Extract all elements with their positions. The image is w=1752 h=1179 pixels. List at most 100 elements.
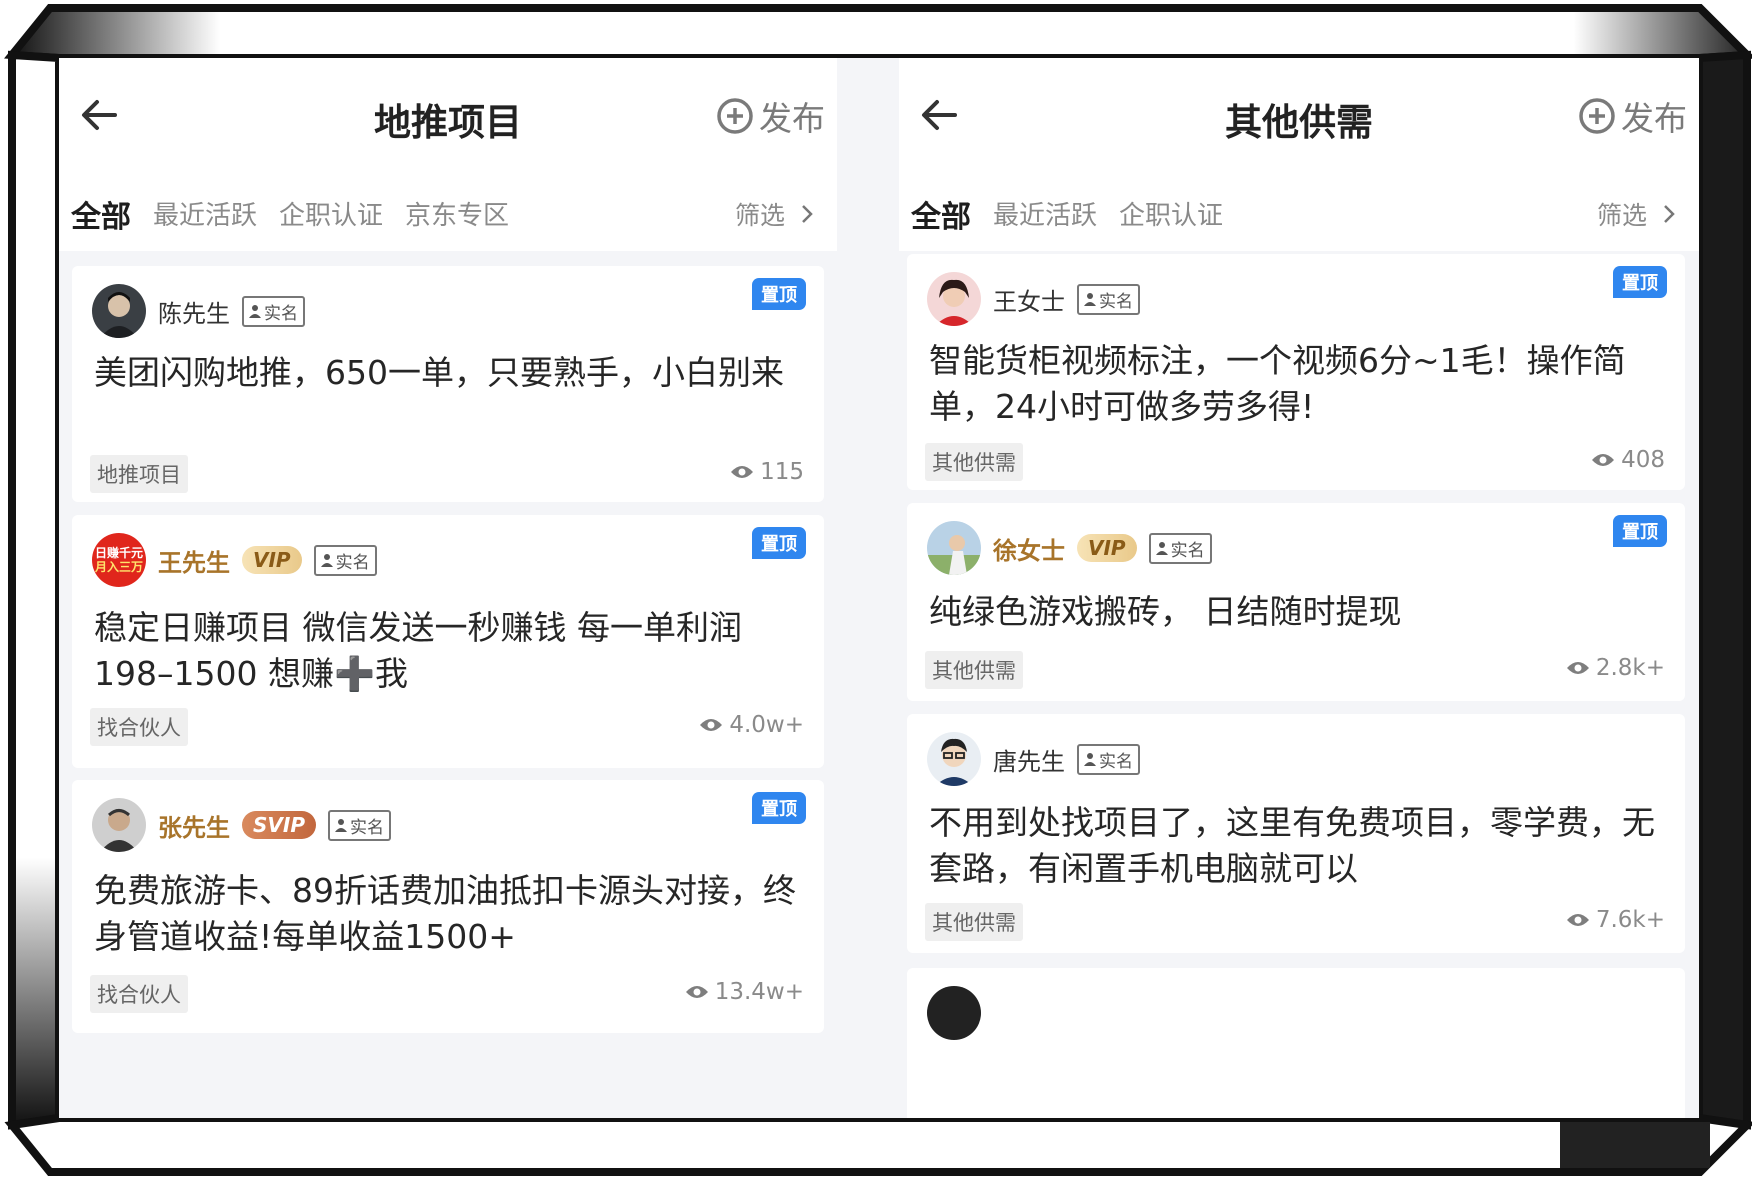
eye-icon — [731, 466, 754, 478]
chevron-right-icon — [802, 205, 813, 223]
view-count: 2.8k+ — [1566, 655, 1665, 681]
svip-badge: SVIP — [242, 811, 316, 839]
user-name[interactable]: 张先生 — [158, 808, 230, 843]
tab-enterprise-verified[interactable]: 企职认证 — [279, 195, 383, 232]
filter-label: 筛选 — [1596, 201, 1647, 230]
post-text[interactable]: 不用到处找项目了，这里有免费项目，零学费，无套路，有闲置手机电脑就可以 — [929, 800, 1659, 892]
filter-button[interactable]: 筛选 — [1597, 196, 1677, 232]
plus-circle-icon — [717, 98, 753, 134]
user-name[interactable]: 陈先生 — [158, 294, 230, 329]
tab-recently-active[interactable]: 最近活跃 — [153, 195, 257, 232]
view-count-value: 115 — [760, 459, 804, 485]
pinned-badge: 置顶 — [752, 527, 806, 559]
publish-button[interactable]: 发布 — [1577, 92, 1687, 140]
person-icon — [1084, 293, 1096, 306]
user-row: 王女士 实名 — [927, 272, 1140, 326]
filter-tabs: 全部 最近活跃 企职认证 京东专区 筛选 — [59, 176, 837, 251]
post-card[interactable]: 王女士 实名 置顶 智能货柜视频标注，一个视频6分~1毛！操作简单，24小时可做… — [907, 254, 1685, 490]
category-tag[interactable]: 其他供需 — [925, 443, 1023, 481]
user-name[interactable]: 王先生 — [158, 543, 230, 578]
category-tag[interactable]: 地推项目 — [90, 455, 188, 493]
avatar[interactable] — [92, 798, 146, 852]
filter-button[interactable]: 筛选 — [735, 196, 815, 232]
post-text[interactable]: 稳定日赚项目 微信发送一秒赚钱 每一单利润198–1500 想赚➕我 — [94, 605, 798, 697]
real-name-label: 实名 — [349, 817, 384, 838]
post-text[interactable]: 美团闪购地推，650一单，只要熟手，小白别来 — [94, 350, 798, 396]
user-row: 徐女士 VIP 实名 — [927, 521, 1212, 575]
panel-other-supply-demand: 其他供需 发布 全部 最近活跃 企职认证 筛选 王女士 实名 置顶 智能货柜视频… — [899, 58, 1699, 1118]
top-bar: 其他供需 发布 — [899, 58, 1699, 176]
post-card[interactable]: 陈先生 实名 置顶 美团闪购地推，650一单，只要熟手，小白别来 地推项目 11… — [72, 266, 824, 502]
tab-all[interactable]: 全部 — [911, 192, 971, 236]
eye-icon — [700, 719, 723, 731]
post-card[interactable]: 徐女士 VIP 实名 置顶 纯绿色游戏搬砖， 日结随时提现 其他供需 2.8k+ — [907, 503, 1685, 701]
view-count-value: 4.0w+ — [729, 712, 804, 738]
tab-jd-zone[interactable]: 京东专区 — [405, 195, 509, 232]
real-name-label: 实名 — [1099, 751, 1133, 772]
vip-badge: VIP — [242, 546, 302, 574]
eye-icon — [1566, 662, 1589, 674]
person-icon — [320, 554, 333, 567]
post-card[interactable]: 唐先生 实名 不用到处找项目了，这里有免费项目，零学费，无套路，有闲置手机电脑就… — [907, 714, 1685, 953]
screen-content: 地推项目 发布 全部 最近活跃 企职认证 京东专区 筛选 陈先生 实名 置顶 美… — [59, 58, 1699, 1118]
pinned-badge: 置顶 — [1613, 266, 1667, 298]
avatar[interactable] — [927, 521, 981, 575]
category-tag[interactable]: 其他供需 — [925, 903, 1023, 941]
category-tag[interactable]: 找合伙人 — [90, 975, 188, 1013]
pinned-badge: 置顶 — [752, 792, 806, 824]
real-name-badge: 实名 — [313, 544, 377, 576]
tab-recently-active[interactable]: 最近活跃 — [993, 195, 1097, 232]
view-count-value: 2.8k+ — [1595, 655, 1665, 681]
user-name[interactable]: 王女士 — [993, 282, 1065, 317]
avatar[interactable]: 日赚千元 月入三万 — [92, 533, 146, 587]
real-name-badge: 实名 — [242, 295, 305, 327]
tab-enterprise-verified[interactable]: 企职认证 — [1119, 195, 1223, 232]
post-card[interactable] — [907, 968, 1685, 1118]
person-icon — [1155, 542, 1168, 555]
top-bar: 地推项目 发布 — [59, 58, 837, 176]
pinned-badge: 置顶 — [1613, 515, 1667, 547]
user-name[interactable]: 唐先生 — [993, 742, 1065, 777]
eye-icon — [1592, 454, 1615, 466]
avatar[interactable] — [927, 732, 981, 786]
real-name-label: 实名 — [1099, 291, 1133, 312]
eye-icon — [1566, 914, 1589, 926]
real-name-label: 实名 — [264, 303, 298, 324]
plus-circle-icon — [1579, 98, 1615, 134]
post-text[interactable]: 免费旅游卡、89折话费加油抵扣卡源头对接，终身管道收益!每单收益1500+ — [94, 868, 798, 960]
avatar[interactable] — [92, 284, 146, 338]
post-text[interactable]: 智能货柜视频标注，一个视频6分~1毛！操作简单，24小时可做多劳多得! — [929, 338, 1659, 430]
avatar[interactable] — [927, 272, 981, 326]
post-card[interactable]: 张先生 SVIP 实名 置顶 免费旅游卡、89折话费加油抵扣卡源头对接，终身管道… — [72, 780, 824, 1033]
view-count: 13.4w+ — [685, 979, 804, 1005]
person-icon — [334, 819, 347, 832]
post-text[interactable]: 纯绿色游戏搬砖， 日结随时提现 — [929, 589, 1659, 635]
view-count-value: 13.4w+ — [714, 979, 804, 1005]
view-count-value: 7.6k+ — [1595, 907, 1665, 933]
real-name-badge: 实名 — [327, 809, 391, 841]
user-row: 陈先生 实名 — [92, 284, 305, 338]
real-name-badge: 实名 — [1077, 283, 1140, 315]
svg-text:日赚千元: 日赚千元 — [95, 545, 143, 560]
real-name-label: 实名 — [1170, 540, 1205, 561]
publish-label: 发布 — [759, 99, 825, 138]
real-name-label: 实名 — [335, 552, 370, 573]
post-card[interactable]: 日赚千元 月入三万 王先生 VIP 实名 置顶 稳定日赚项目 微信发送一秒赚钱 每… — [72, 515, 824, 768]
vip-badge: VIP — [1077, 534, 1137, 562]
publish-button[interactable]: 发布 — [715, 92, 825, 140]
user-name[interactable]: 徐女士 — [993, 531, 1065, 566]
pinned-badge: 置顶 — [752, 278, 806, 310]
category-tag[interactable]: 其他供需 — [925, 651, 1023, 689]
user-row: 日赚千元 月入三万 王先生 VIP 实名 — [92, 533, 377, 587]
avatar[interactable] — [927, 986, 981, 1040]
view-count: 7.6k+ — [1566, 907, 1665, 933]
tab-all[interactable]: 全部 — [71, 192, 131, 236]
eye-icon — [685, 986, 708, 998]
user-row: 张先生 SVIP 实名 — [92, 798, 391, 852]
category-tag[interactable]: 找合伙人 — [90, 708, 188, 746]
real-name-badge: 实名 — [1148, 532, 1212, 564]
person-icon — [249, 305, 261, 318]
filter-tabs: 全部 最近活跃 企职认证 筛选 — [899, 176, 1699, 251]
filter-label: 筛选 — [734, 201, 785, 230]
user-row: 唐先生 实名 — [927, 732, 1140, 786]
